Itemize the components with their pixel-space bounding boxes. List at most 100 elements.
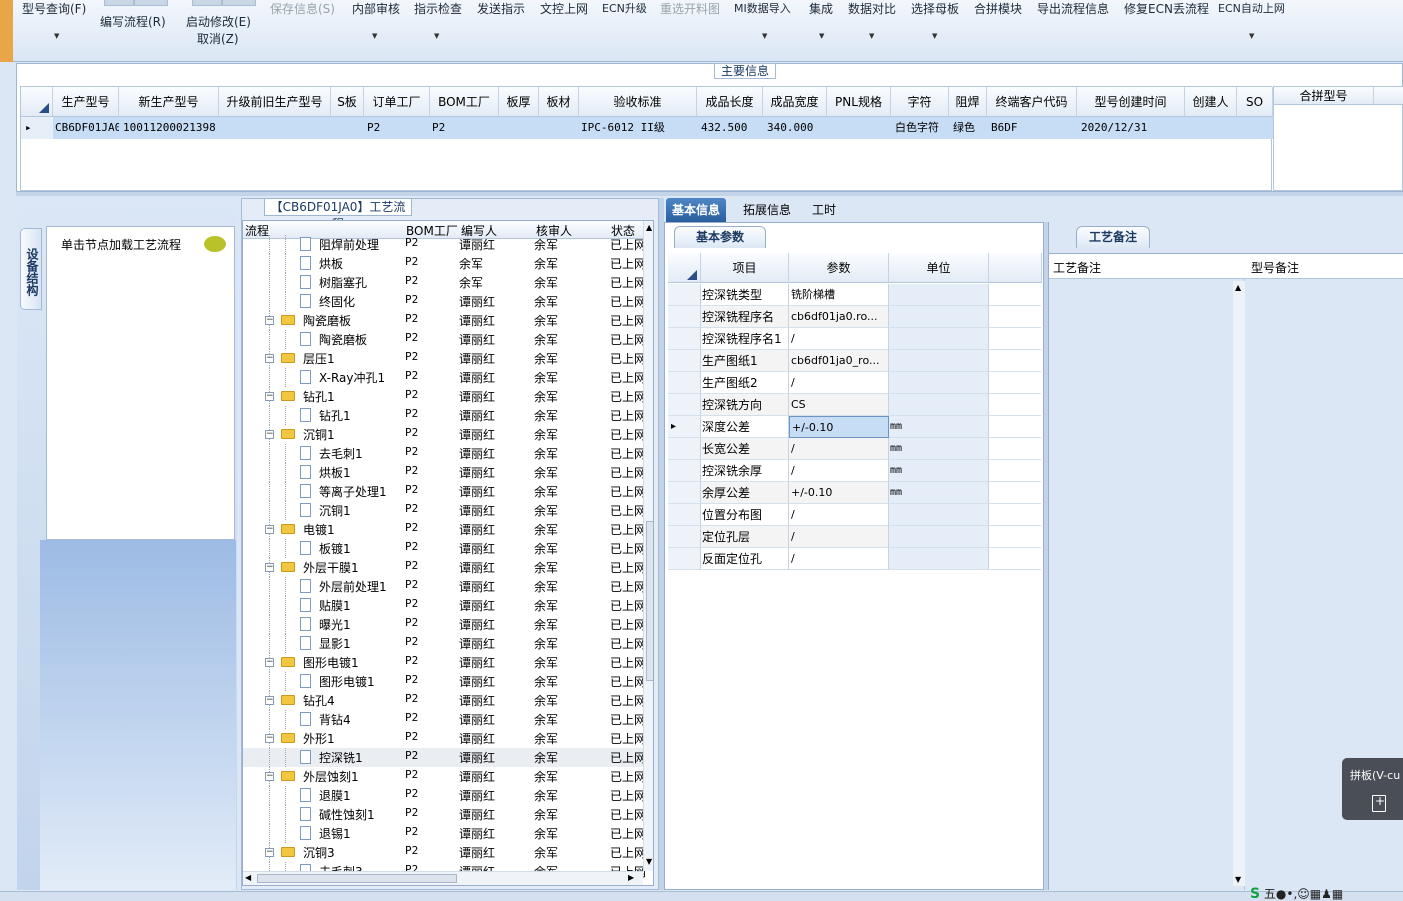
column-header[interactable]: 工艺备注	[1053, 259, 1101, 276]
param-value[interactable]: cb6df01ja0.ro...	[789, 306, 889, 328]
column-header[interactable]: 验收标准	[579, 87, 697, 117]
row-header[interactable]	[668, 460, 701, 482]
data-compare-button[interactable]: 数据对比	[848, 0, 896, 17]
process-remark-field[interactable]	[1049, 279, 1245, 890]
param-unit[interactable]	[889, 284, 989, 306]
tree-item-row[interactable]: 碱性蚀刻1 P2 谭丽红 余军 已上网	[243, 805, 646, 824]
tree-item-row[interactable]: 终固化 P2 谭丽红 余军 已上网	[243, 292, 646, 311]
horizontal-splitter[interactable]	[16, 192, 1403, 196]
table-cell[interactable]	[331, 117, 364, 139]
tree-item-row[interactable]: 板镀1 P2 谭丽红 余军 已上网	[243, 539, 646, 558]
ime-logo-icon[interactable]: S	[1250, 886, 1260, 901]
column-header[interactable]: 终端客户代码	[987, 87, 1077, 117]
scroll-up-icon[interactable]: ▲	[1235, 283, 1241, 292]
tree-item-row[interactable]: 外层前处理1 P2 谭丽红 余军 已上网	[243, 577, 646, 596]
column-header[interactable]: 型号备注	[1251, 259, 1299, 276]
column-header[interactable]: 参数	[789, 253, 889, 283]
column-header[interactable]	[1374, 87, 1403, 105]
param-row[interactable]: 定位孔层 /	[668, 526, 1042, 548]
param-row[interactable]: 控深铣类型 铣阶梯槽	[668, 284, 1042, 306]
param-unit[interactable]	[889, 526, 989, 548]
param-unit[interactable]: mm	[889, 482, 989, 504]
column-header[interactable]: 订单工厂	[364, 87, 430, 117]
tree-item-row[interactable]: 图形电镀1 P2 谭丽红 余军 已上网	[243, 672, 646, 691]
internal-review-button[interactable]: 内部审核	[352, 0, 400, 17]
param-value[interactable]: +/-0.10	[789, 482, 889, 504]
param-row[interactable]: 反面定位孔 /	[668, 548, 1042, 570]
param-unit[interactable]	[889, 306, 989, 328]
tree-folder-row[interactable]: − 沉铜3 P2 谭丽红 余军 已上网	[243, 843, 646, 862]
param-unit[interactable]	[889, 328, 989, 350]
table-cell[interactable]: 白色字符	[891, 117, 949, 139]
row-indicator[interactable]: ▸	[21, 117, 53, 139]
column-header[interactable]: 项目	[701, 253, 789, 283]
param-unit[interactable]	[889, 504, 989, 526]
param-unit[interactable]	[889, 372, 989, 394]
save-info-button[interactable]: 保存信息(S)	[270, 0, 335, 17]
param-row[interactable]: 控深铣程序名 cb6df01ja0.ro...	[668, 306, 1042, 328]
basic-params-title[interactable]: 基本参数	[674, 226, 766, 248]
tree-item-row[interactable]: 等离子处理1 P2 谭丽红 余军 已上网	[243, 482, 646, 501]
process-tree-grid[interactable]: 流程 BOM工厂 编写人 核审人 状态 阻焊前处理 P2 谭丽红 余军 已上网 烘板 P2 余…	[242, 220, 654, 886]
row-header[interactable]	[668, 548, 701, 570]
tree-item-row[interactable]: 控深铣1 P2 谭丽红 余军 已上网	[243, 748, 646, 767]
param-row[interactable]: 位置分布图 /	[668, 504, 1042, 526]
param-value[interactable]: /	[789, 548, 889, 570]
row-header[interactable]	[668, 526, 701, 548]
tree-item-row[interactable]: 沉铜1 P2 谭丽红 余军 已上网	[243, 501, 646, 520]
chevron-down-icon[interactable]: ▼	[1249, 32, 1254, 40]
tab-extended-info[interactable]: 拓展信息	[737, 198, 797, 222]
table-cell[interactable]	[539, 117, 579, 139]
table-cell[interactable]: CB6DF01JA0	[53, 117, 119, 139]
param-row[interactable]: 长宽公差 / mm	[668, 438, 1042, 460]
chevron-down-icon[interactable]: ▼	[372, 32, 377, 40]
collapse-icon[interactable]: −	[265, 848, 274, 857]
column-header[interactable]: BOM工厂	[430, 87, 499, 117]
collapse-icon[interactable]: −	[265, 772, 274, 781]
column-header[interactable]: 单位	[889, 253, 989, 283]
param-row[interactable]: ▸ 深度公差 +/-0.10 mm	[668, 416, 1042, 438]
write-process-button[interactable]: 编写流程(R)	[100, 13, 166, 30]
row-header[interactable]	[668, 350, 701, 372]
model-query-button[interactable]: 型号查询(F)	[22, 0, 86, 17]
tree-folder-row[interactable]: − 沉铜1 P2 谭丽红 余军 已上网	[243, 425, 646, 444]
table-cell[interactable]	[1185, 117, 1237, 139]
param-value[interactable]: CS	[789, 394, 889, 416]
ecn-auto-online-button[interactable]: ECN自动上网	[1218, 0, 1285, 16]
param-value[interactable]: /	[789, 372, 889, 394]
param-row[interactable]: 控深铣余厚 / mm	[668, 460, 1042, 482]
collapse-icon[interactable]: −	[265, 392, 274, 401]
param-row[interactable]: 控深铣方向 CS	[668, 394, 1042, 416]
tree-folder-row[interactable]: − 外形1 P2 谭丽红 余军 已上网	[243, 729, 646, 748]
param-value[interactable]: /	[789, 328, 889, 350]
collapse-icon[interactable]: −	[265, 430, 274, 439]
cancel-button[interactable]: 取消(Z)	[197, 30, 239, 47]
column-header[interactable]: 升级前旧生产型号	[219, 87, 331, 117]
column-header[interactable]: 板材	[539, 87, 579, 117]
doc-control-online-button[interactable]: 文控上网	[540, 0, 588, 17]
tab-basic-info[interactable]: 基本信息	[666, 198, 727, 222]
collapse-icon[interactable]: −	[265, 525, 274, 534]
tree-folder-row[interactable]: − 电镀1 P2 谭丽红 余军 已上网	[243, 520, 646, 539]
column-header[interactable]: 板厚	[499, 87, 539, 117]
row-header[interactable]	[668, 284, 701, 306]
row-header[interactable]	[668, 394, 701, 416]
collapse-icon[interactable]: −	[265, 316, 274, 325]
table-cell[interactable]	[827, 117, 891, 139]
row-header[interactable]	[668, 372, 701, 394]
tree-item-row[interactable]: 钻孔1 P2 谭丽红 余军 已上网	[243, 406, 646, 425]
param-row[interactable]: 生产图纸1 cb6df01ja0_ro...	[668, 350, 1042, 372]
scroll-up-icon[interactable]: ▲	[646, 223, 652, 232]
param-unit[interactable]	[889, 350, 989, 372]
grid-corner[interactable]	[668, 253, 701, 283]
column-header[interactable]: 合拼型号	[1274, 87, 1374, 105]
param-value[interactable]: /	[789, 526, 889, 548]
collapse-icon[interactable]: −	[265, 696, 274, 705]
tab-work-hours[interactable]: 工时	[806, 198, 842, 222]
param-row[interactable]: 余厚公差 +/-0.10 mm	[668, 482, 1042, 504]
row-header[interactable]: ▸	[668, 416, 701, 438]
param-unit[interactable]	[889, 548, 989, 570]
table-cell[interactable]	[1237, 117, 1273, 139]
integration-button[interactable]: 集成	[809, 0, 833, 17]
column-header[interactable]: S板	[331, 87, 364, 117]
